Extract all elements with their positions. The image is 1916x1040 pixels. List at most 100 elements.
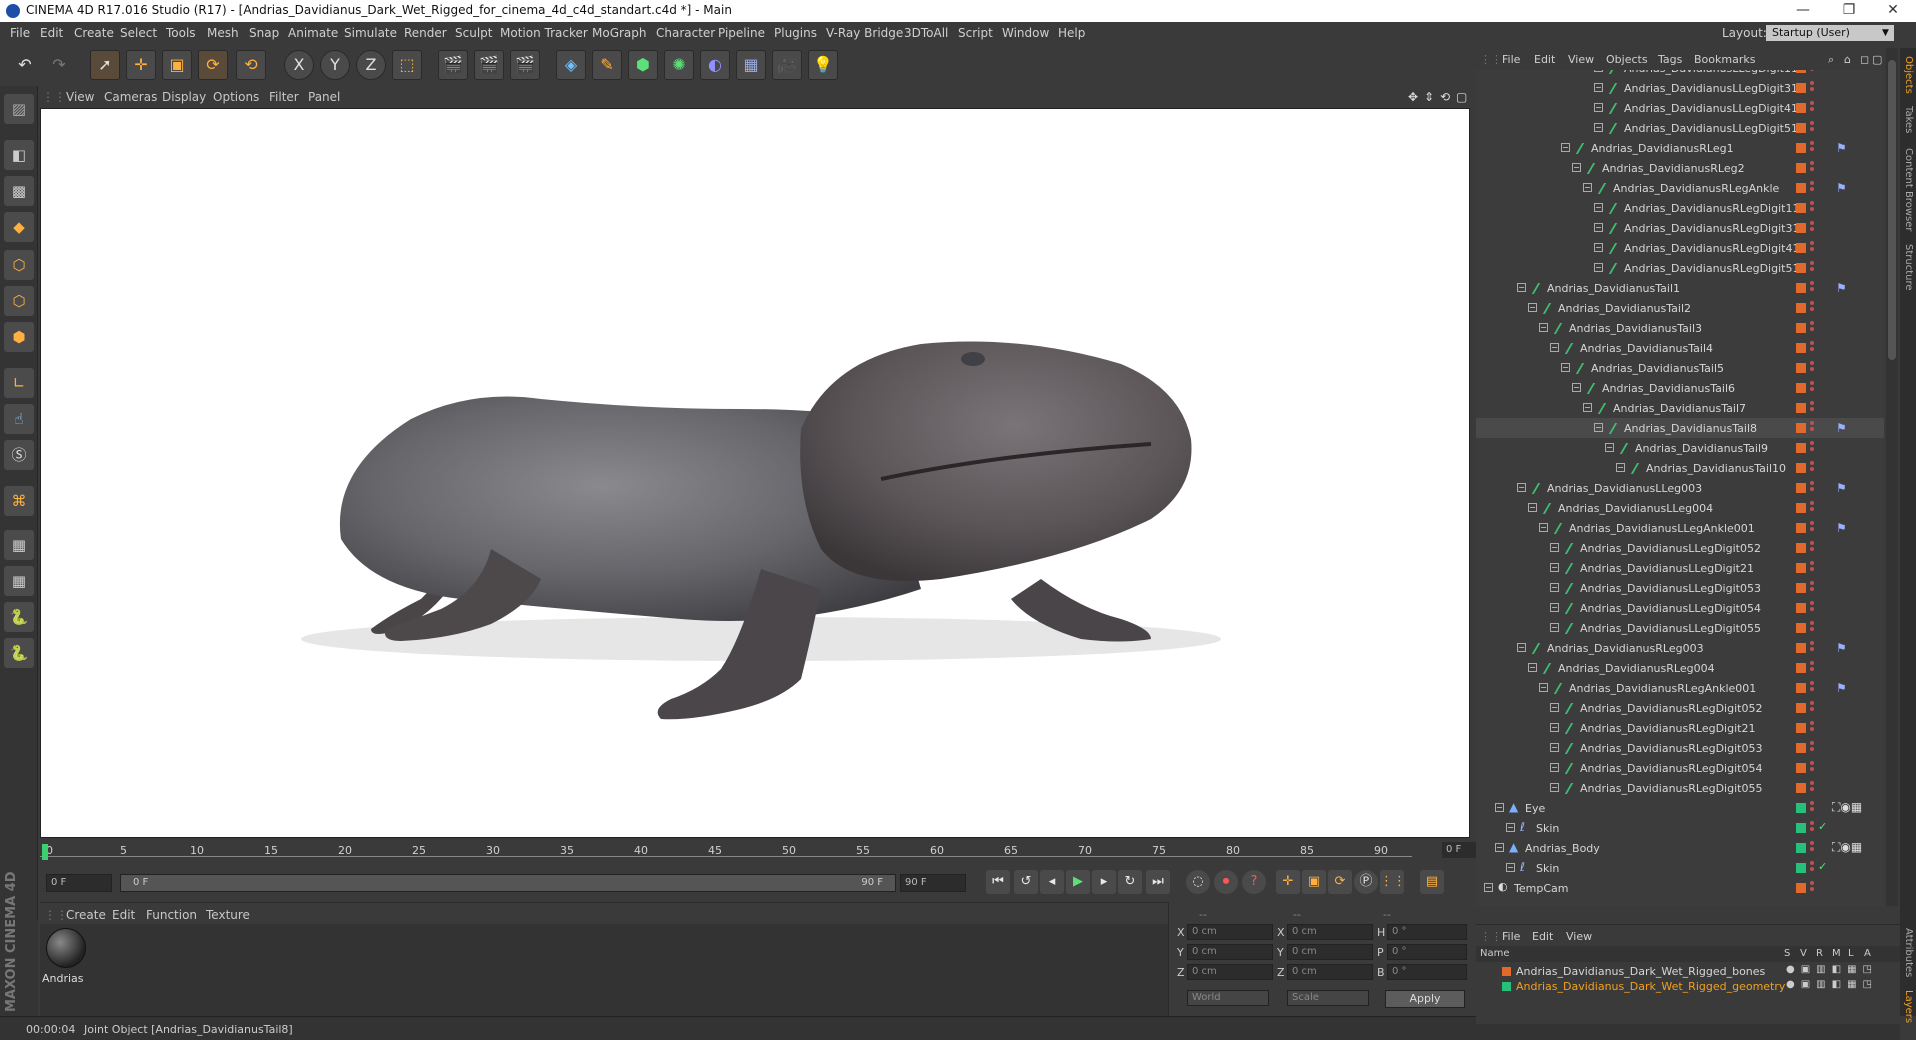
visibility-dots-icon[interactable] <box>1810 821 1816 835</box>
object-tree-scrollbar[interactable] <box>1886 48 1898 906</box>
layer-row[interactable]: Andrias_Davidianus_Dark_Wet_Rigged_bones… <box>1476 964 1900 979</box>
menu-plugins[interactable]: Plugins <box>774 26 817 40</box>
objects-menu-tags[interactable]: Tags <box>1658 53 1682 66</box>
tree-row[interactable]: − Andrias_DavidianusLLegDigit055 <box>1476 618 1884 638</box>
tree-row[interactable]: − Andrias_DavidianusRLegDigit31 <box>1476 218 1884 238</box>
record-keys-icon[interactable]: ◌ <box>1186 870 1210 894</box>
keyframe-selection-icon[interactable]: ? <box>1242 870 1266 894</box>
expand-toggle-icon[interactable]: − <box>1594 123 1603 132</box>
column-animation[interactable]: A <box>1864 948 1871 959</box>
expand-toggle-icon[interactable]: − <box>1594 223 1603 232</box>
mograph-cloner-icon[interactable]: ✺ <box>664 50 694 80</box>
menu-edit[interactable]: Edit <box>40 26 63 40</box>
expand-toggle-icon[interactable]: − <box>1550 583 1559 592</box>
tree-row[interactable]: − Andrias_DavidianusRLegDigit054 <box>1476 758 1884 778</box>
visibility-dots-icon[interactable] <box>1810 201 1816 215</box>
tree-row[interactable]: − Andrias_DavidianusLLegAnkle001 ⚑ <box>1476 518 1884 538</box>
expand-toggle-icon[interactable]: − <box>1550 623 1559 632</box>
viewport-move-icon[interactable]: ✥ <box>1408 90 1418 104</box>
tab-objects[interactable]: Objects <box>1903 56 1914 94</box>
expand-toggle-icon[interactable]: − <box>1495 803 1504 812</box>
material-tag-icon[interactable]: ⛶◉▦ <box>1832 800 1862 815</box>
coordinate-mode-select[interactable]: Scale <box>1287 990 1369 1006</box>
make-editable-icon[interactable]: ▨ <box>4 94 34 124</box>
render-view-icon[interactable]: 🎬 <box>438 50 468 80</box>
layers-menu-edit[interactable]: Edit <box>1532 930 1553 943</box>
layer-swatch-icon[interactable] <box>1796 763 1806 773</box>
rotation-p-field[interactable]: 0 ° <box>1387 944 1467 960</box>
enabled-check-icon[interactable]: ✓ <box>1818 860 1827 873</box>
visibility-dots-icon[interactable] <box>1810 841 1816 855</box>
layer-swatch-icon[interactable] <box>1796 803 1806 813</box>
texture-mode-icon[interactable]: ▩ <box>4 176 34 206</box>
visibility-dots-icon[interactable] <box>1810 101 1816 115</box>
tree-row[interactable]: − Andrias_DavidianusRLegDigit053 <box>1476 738 1884 758</box>
ik-tag-icon[interactable]: ⚑ <box>1836 141 1847 155</box>
viewport-menu-panel[interactable]: Panel <box>308 90 340 104</box>
visibility-dots-icon[interactable] <box>1810 281 1816 295</box>
expand-toggle-icon[interactable]: − <box>1528 663 1537 672</box>
material-menu-create[interactable]: Create <box>66 908 106 922</box>
viewport-menu-view[interactable]: View <box>66 90 94 104</box>
menu-3dtoall[interactable]: 3DToAll <box>904 26 948 40</box>
deformer-icon[interactable]: ◐ <box>700 50 730 80</box>
menu-tools[interactable]: Tools <box>166 26 196 40</box>
layers-menu-view[interactable]: View <box>1566 930 1592 943</box>
layer-swatch-icon[interactable] <box>1796 483 1806 493</box>
visibility-dots-icon[interactable] <box>1810 721 1816 735</box>
scrollbar-thumb[interactable] <box>1888 60 1896 360</box>
layer-swatch-icon[interactable] <box>1796 423 1806 433</box>
floor-icon[interactable]: ▦ <box>736 50 766 80</box>
expand-toggle-icon[interactable]: − <box>1539 523 1548 532</box>
tree-row[interactable]: − Andrias_DavidianusTail9 <box>1476 438 1884 458</box>
layer-swatch-icon[interactable] <box>1796 643 1806 653</box>
key-parameter-icon[interactable]: Ⓟ <box>1354 870 1378 894</box>
menu-file[interactable]: File <box>10 26 30 40</box>
menu-mograph[interactable]: MoGraph <box>592 26 647 40</box>
apply-button[interactable]: Apply <box>1385 990 1465 1008</box>
layer-swatch-icon[interactable] <box>1796 743 1806 753</box>
column-view[interactable]: V <box>1800 948 1807 959</box>
menu-select[interactable]: Select <box>120 26 157 40</box>
tab-content-browser[interactable]: Content Browser <box>1903 148 1914 231</box>
expand-toggle-icon[interactable]: − <box>1550 763 1559 772</box>
expand-toggle-icon[interactable]: − <box>1572 163 1581 172</box>
visibility-dots-icon[interactable] <box>1810 361 1816 375</box>
viewport-menu-filter[interactable]: Filter <box>269 90 299 104</box>
expand-toggle-icon[interactable]: − <box>1550 343 1559 352</box>
viewport-maximize-icon[interactable]: ▢ <box>1456 90 1467 104</box>
layer-swatch-icon[interactable] <box>1796 863 1806 873</box>
visibility-dots-icon[interactable] <box>1810 881 1816 895</box>
menu-pipeline[interactable]: Pipeline <box>718 26 765 40</box>
layer-swatch-icon[interactable] <box>1796 603 1806 613</box>
tree-row[interactable]: − Andrias_DavidianusRLegDigit41 <box>1476 238 1884 258</box>
tree-row[interactable]: − Andrias_DavidianusLLegDigit052 <box>1476 538 1884 558</box>
menu-animate[interactable]: Animate <box>288 26 338 40</box>
expand-toggle-icon[interactable]: − <box>1616 463 1625 472</box>
menu-render[interactable]: Render <box>404 26 447 40</box>
undo-icon[interactable]: ↶ <box>10 50 40 80</box>
rotate-icon[interactable]: ⟳ <box>198 50 228 80</box>
expand-toggle-icon[interactable]: − <box>1528 303 1537 312</box>
next-key-icon[interactable]: ↻ <box>1118 870 1142 894</box>
visibility-dots-icon[interactable] <box>1810 301 1816 315</box>
position-z-field[interactable]: 0 cm <box>1187 964 1273 980</box>
column-name[interactable]: Name <box>1480 948 1510 959</box>
ik-tag-icon[interactable]: ⚑ <box>1836 281 1847 295</box>
tree-row[interactable]: − ▲ Eye ⛶◉▦ <box>1476 798 1884 818</box>
visibility-dots-icon[interactable] <box>1810 661 1816 675</box>
visibility-dots-icon[interactable] <box>1810 621 1816 635</box>
previous-key-icon[interactable]: ↺ <box>1014 870 1038 894</box>
column-solo[interactable]: S <box>1784 948 1790 959</box>
layer-swatch-icon[interactable] <box>1796 503 1806 513</box>
layer-swatch-icon[interactable] <box>1796 163 1806 173</box>
menu-snap[interactable]: Snap <box>249 26 279 40</box>
expand-toggle-icon[interactable]: − <box>1594 243 1603 252</box>
tree-row[interactable]: − ℓ Skin ✓ <box>1476 818 1884 838</box>
expand-toggle-icon[interactable]: − <box>1594 203 1603 212</box>
material-menu-texture[interactable]: Texture <box>206 908 250 922</box>
viewport-rotate-icon[interactable]: ⟲ <box>1440 90 1450 104</box>
layer-swatch-icon[interactable] <box>1796 243 1806 253</box>
visibility-dots-icon[interactable] <box>1810 781 1816 795</box>
layer-swatch-icon[interactable] <box>1796 143 1806 153</box>
